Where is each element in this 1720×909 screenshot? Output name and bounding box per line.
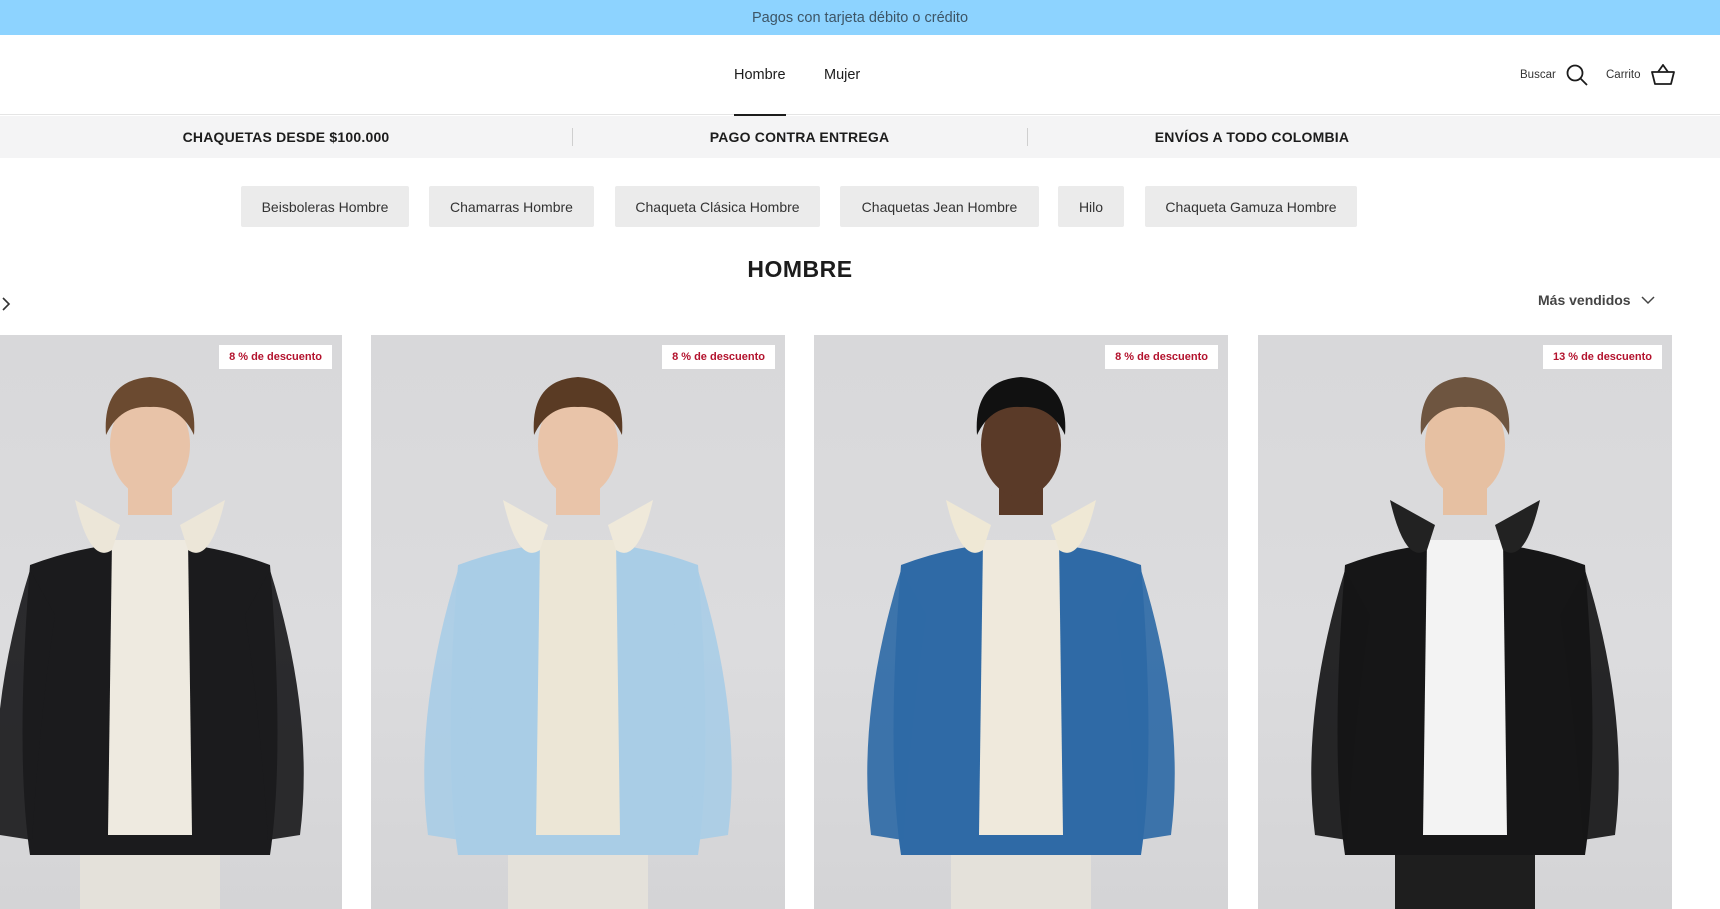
discount-badge: 8 % de descuento: [662, 345, 775, 369]
product-card[interactable]: 8 % de descuento: [814, 335, 1228, 909]
discount-badge: 13 % de descuento: [1542, 345, 1662, 369]
product-photo: [1311, 377, 1619, 909]
category-chip[interactable]: Beisboleras Hombre: [241, 186, 409, 227]
chevron-right-icon[interactable]: [0, 294, 14, 314]
search-label: Buscar: [1520, 69, 1556, 81]
usp-item: CHAQUETAS DESDE $100.000: [182, 129, 390, 145]
sort-dropdown[interactable]: Más vendidos: [1538, 292, 1655, 308]
page-title: HOMBRE: [747, 256, 853, 282]
sort-label: Más vendidos: [1538, 292, 1631, 308]
product-photo: [0, 377, 304, 909]
usp-item: ENVÍOS A TODO COLOMBIA: [1154, 129, 1350, 145]
usp-bar: CHAQUETAS DESDE $100.000 PAGO CONTRA ENT…: [0, 116, 1720, 158]
discount-badge: 8 % de descuento: [219, 345, 332, 369]
category-chip[interactable]: Chaquetas Jean Hombre: [840, 186, 1039, 227]
product-photo: [867, 377, 1175, 909]
product-photo: [424, 377, 732, 909]
product-card[interactable]: 8 % de descuento: [371, 335, 785, 909]
product-card[interactable]: 8 % de descuento: [0, 335, 342, 909]
nav-item-mujer[interactable]: Mujer: [824, 35, 860, 115]
nav-item-hombre[interactable]: Hombre: [734, 35, 786, 116]
category-chip[interactable]: Chamarras Hombre: [429, 186, 594, 227]
product-card[interactable]: 13 % de descuento: [1258, 335, 1672, 909]
basket-icon: [1650, 64, 1675, 85]
category-chip[interactable]: Chaqueta Clásica Hombre: [615, 186, 820, 227]
cart-label: Carrito: [1606, 69, 1641, 81]
cart-button[interactable]: Carrito: [1606, 35, 1675, 115]
category-chip[interactable]: Hilo: [1058, 186, 1124, 227]
site-header: Hombre Mujer Buscar Carrito: [0, 35, 1720, 116]
discount-badge: 8 % de descuento: [1105, 345, 1218, 369]
announcement-text: Pagos con tarjeta débito o crédito: [751, 9, 969, 26]
announcement-bar: Pagos con tarjeta débito o crédito: [0, 0, 1720, 35]
search-icon: [1566, 64, 1588, 86]
main-nav: Hombre Mujer: [0, 35, 1720, 116]
category-chips: Beisboleras Hombre Chamarras Hombre Chaq…: [0, 186, 1720, 227]
category-chip[interactable]: Chaqueta Gamuza Hombre: [1145, 186, 1357, 227]
nav-item-label: Mujer: [824, 67, 861, 83]
chevron-down-icon: [1641, 296, 1655, 305]
product-grid: 8 % de descuento 8 % de descuento 8 % de…: [0, 335, 1720, 909]
search-button[interactable]: Buscar: [1520, 35, 1588, 115]
nav-item-label: Hombre: [734, 67, 786, 83]
usp-item: PAGO CONTRA ENTREGA: [709, 129, 890, 145]
